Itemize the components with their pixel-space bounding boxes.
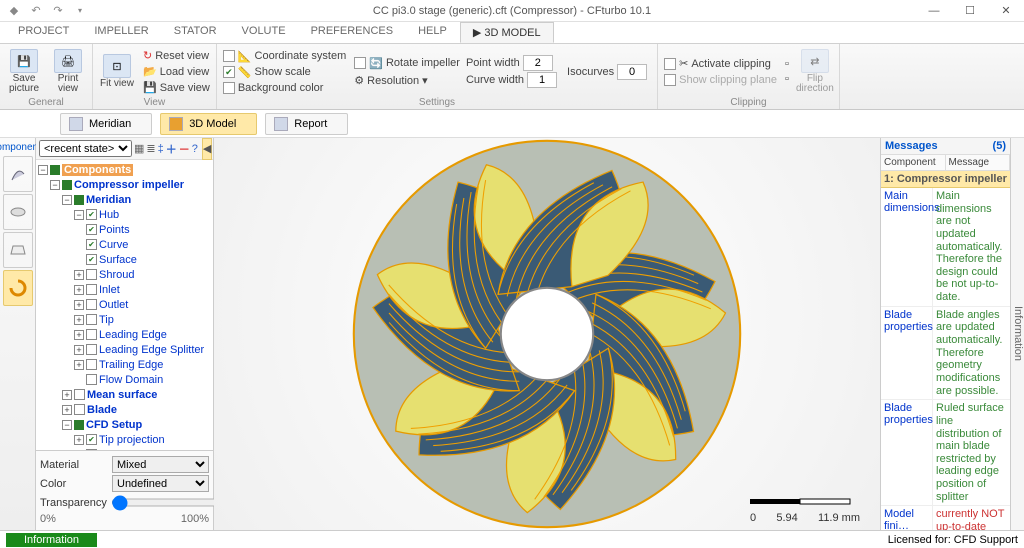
scale-bar: 05.9411.9 mm [750, 495, 860, 524]
tb-expand-icon[interactable]: ‡ [158, 142, 164, 156]
tb-add-icon[interactable]: ＋ [166, 142, 177, 156]
component-diffuser-icon[interactable] [3, 232, 33, 268]
group-clipping-label: Clipping [662, 97, 835, 109]
coord-system-toggle[interactable]: 📐Coordinate system [221, 49, 348, 64]
isocurves-input[interactable] [617, 64, 647, 80]
msg-row: Blade propertiesRuled surface line distr… [881, 400, 1010, 506]
tab-impeller[interactable]: IMPELLER [82, 22, 161, 43]
information-tab[interactable]: Information [1010, 138, 1024, 530]
redo-icon[interactable]: ↷ [50, 3, 66, 19]
clip-hint-icon: ▫ [783, 57, 791, 71]
license-label: Licensed for: CFD Support [888, 534, 1018, 546]
main-area: Components <recent state> ▦ ≣ ‡ ＋ － ? ◀ … [0, 138, 1024, 530]
tb-icon-1[interactable]: ▦ [134, 142, 144, 156]
tab-3d-model[interactable]: ▶ 3D MODEL [460, 22, 554, 43]
status-information[interactable]: Information [6, 533, 97, 547]
window-title: CC pi3.0 stage (generic).cft (Compressor… [0, 5, 1024, 17]
color-select[interactable]: Undefined [112, 475, 209, 492]
tab-volute[interactable]: VOLUTE [230, 22, 299, 43]
flip-direction-button: ⇄Flip direction [795, 49, 835, 94]
resolution-dropdown[interactable]: ⚙Resolution ▾ [352, 73, 462, 88]
tb-remove-icon[interactable]: － [179, 142, 190, 156]
collapse-tree-button[interactable]: ◀ [202, 138, 212, 160]
close-button[interactable]: ✕ [988, 0, 1024, 22]
messages-list[interactable]: 1: Compressor impeller Main dimensionsMa… [881, 171, 1010, 530]
tab-preferences[interactable]: PREFERENCES [299, 22, 407, 43]
point-width-input[interactable] [523, 55, 553, 71]
3d-viewport[interactable]: 05.9411.9 mm [214, 138, 880, 530]
title-bar: ◆ ↶ ↷ ▾ CC pi3.0 stage (generic).cft (Co… [0, 0, 1024, 22]
app-icon: ◆ [6, 3, 22, 19]
properties-panel: Material Mixed Color Undefined Transparenc… [36, 450, 213, 530]
tb-help-icon[interactable]: ? [192, 142, 198, 156]
material-label: Material [40, 459, 108, 471]
component-volute-icon[interactable] [3, 270, 33, 306]
load-view-button[interactable]: 📂Load view [141, 64, 212, 79]
components-sidebar: Components [0, 138, 36, 530]
tb-icon-2[interactable]: ≣ [146, 142, 155, 156]
minimize-button[interactable]: — [916, 0, 952, 22]
save-view-button[interactable]: 💾Save view [141, 80, 212, 95]
clip-hint-icon2: ▫ [783, 72, 791, 86]
tree-pane: <recent state> ▦ ≣ ‡ ＋ － ? ◀ −Components… [36, 138, 214, 530]
component-stator-icon[interactable] [3, 194, 33, 230]
reset-view-button[interactable]: ↻Reset view [141, 48, 212, 63]
fit-view-button[interactable]: ⊡Fit view [97, 54, 137, 89]
group-general-label: General [4, 97, 88, 109]
tab-help[interactable]: HELP [406, 22, 460, 43]
impeller-rendering [337, 124, 757, 544]
messages-count: (5) [993, 140, 1006, 152]
curve-width-label: Curve width [466, 74, 524, 86]
messages-pane: Messages(5) ComponentMessage 1: Compress… [880, 138, 1010, 530]
material-select[interactable]: Mixed [112, 456, 209, 473]
msg-row: Model fini…currently NOT up-to-date [881, 506, 1010, 530]
undo-icon[interactable]: ↶ [28, 3, 44, 19]
state-select[interactable]: <recent state> [39, 140, 132, 157]
show-scale-toggle[interactable]: 📏Show scale [221, 65, 348, 80]
bg-color-toggle[interactable]: Background color [221, 81, 348, 95]
rotate-impeller-toggle[interactable]: 🔄Rotate impeller [352, 56, 462, 71]
group-settings-label: Settings [221, 97, 653, 109]
group-view-label: View [97, 97, 212, 109]
show-clipping-plane-toggle: Show clipping plane [662, 73, 779, 87]
ribbon: 💾Save picture 🖨Print view General ⊡Fit v… [0, 44, 1024, 110]
view-tab-report[interactable]: Report [265, 113, 348, 135]
view-tab-3d-model[interactable]: 3D Model [160, 113, 257, 135]
isocurves-label: Isocurves [567, 66, 614, 78]
tab-project[interactable]: PROJECT [6, 22, 82, 43]
view-tab-meridian[interactable]: Meridian [60, 113, 152, 135]
maximize-button[interactable]: ☐ [952, 0, 988, 22]
curve-width-input[interactable] [527, 72, 557, 88]
print-view-button[interactable]: 🖨Print view [48, 49, 88, 94]
menu-tabs: PROJECT IMPELLER STATOR VOLUTE PREFERENC… [0, 22, 1024, 44]
component-impeller-icon[interactable] [3, 156, 33, 192]
msg-row: Main dimensionsMain dimensions are not u… [881, 188, 1010, 307]
save-picture-button[interactable]: 💾Save picture [4, 49, 44, 94]
tab-stator[interactable]: STATOR [162, 22, 230, 43]
msg-group-1[interactable]: 1: Compressor impeller [881, 171, 1010, 188]
messages-title: Messages [885, 140, 938, 152]
component-tree[interactable]: −Components −Compressor impeller −Meridi… [36, 160, 213, 450]
color-label: Color [40, 478, 108, 490]
msg-row: Blade propertiesBlade angles are updated… [881, 307, 1010, 400]
tree-toolbar: <recent state> ▦ ≣ ‡ ＋ － ? ◀ [36, 138, 213, 160]
qat-dropdown-icon[interactable]: ▾ [72, 3, 88, 19]
point-width-label: Point width [466, 57, 520, 69]
activate-clipping-toggle[interactable]: ✂Activate clipping [662, 56, 779, 71]
transparency-label: Transparency [40, 497, 107, 509]
